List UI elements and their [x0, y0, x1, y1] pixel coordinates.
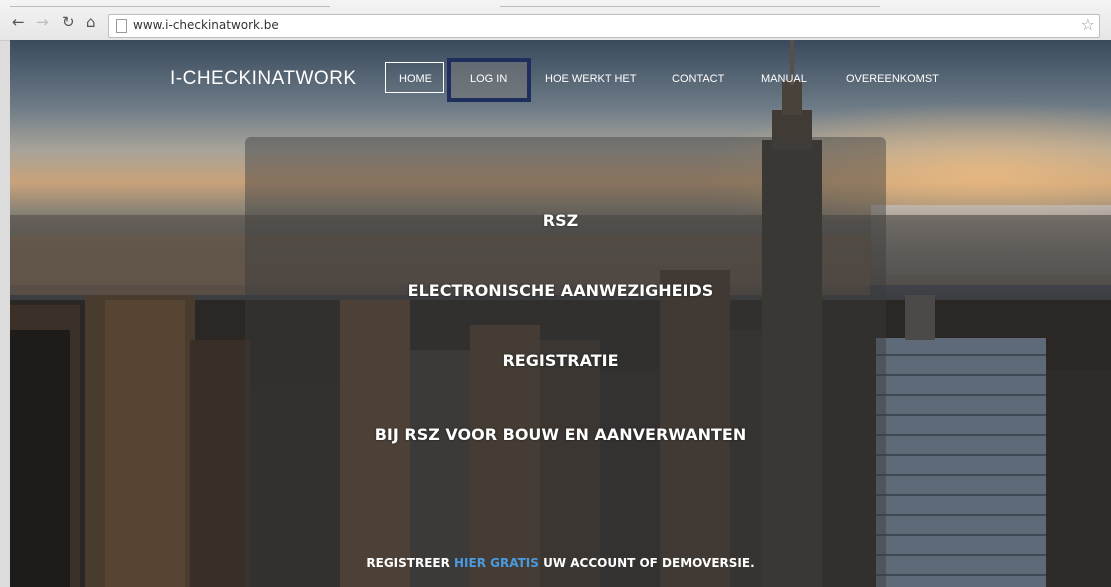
menu-contact[interactable]: CONTACT — [672, 73, 724, 85]
menu-how-it-works[interactable]: HOE WERKT HET — [545, 73, 636, 85]
tab-strip-divider — [500, 6, 880, 7]
star-icon[interactable]: ☆ — [1081, 15, 1095, 34]
hero-heading-registration-2: REGISTRATIE — [502, 351, 619, 370]
hero-heading-rsz: RSZ — [542, 211, 579, 230]
register-free-link[interactable]: HIER GRATIS — [454, 556, 539, 570]
tab-strip-divider — [10, 6, 330, 7]
reload-icon[interactable]: ↻ — [62, 14, 75, 30]
menu-login[interactable]: LOG IN — [470, 73, 507, 85]
browser-toolbar: ← → ↻ ⌂ www.i-checkinatwork.be ☆ — [0, 0, 1111, 41]
hero-heading-construction: BIJ RSZ VOOR BOUW EN AANVERWANTEN — [374, 425, 747, 444]
back-arrow-icon[interactable]: ← — [12, 14, 25, 30]
menu-manual[interactable]: MANUAL — [761, 73, 807, 85]
site-logo[interactable]: I-CHECKINATWORK — [170, 68, 357, 90]
register-cta: REGISTREER HIER GRATIS UW ACCOUNT OF DEM… — [10, 556, 1111, 570]
home-icon[interactable]: ⌂ — [86, 14, 96, 30]
page-icon — [116, 19, 127, 33]
forward-arrow-icon[interactable]: → — [36, 14, 49, 30]
address-bar[interactable]: www.i-checkinatwork.be ☆ — [108, 14, 1100, 38]
cta-text-before: REGISTREER — [366, 556, 455, 570]
cta-text-after: UW ACCOUNT OF DEMOVERSIE. — [538, 556, 755, 570]
menu-home[interactable]: HOME — [399, 73, 432, 85]
menu-agreement[interactable]: OVEREENKOMST — [846, 73, 939, 85]
hero-heading-registration-1: ELECTRONISCHE AANWEZIGHEIDS — [407, 281, 714, 300]
page-viewport: I-CHECKINATWORK HOME LOG IN HOE WERKT HE… — [10, 40, 1111, 587]
url-text[interactable]: www.i-checkinatwork.be — [133, 18, 279, 32]
